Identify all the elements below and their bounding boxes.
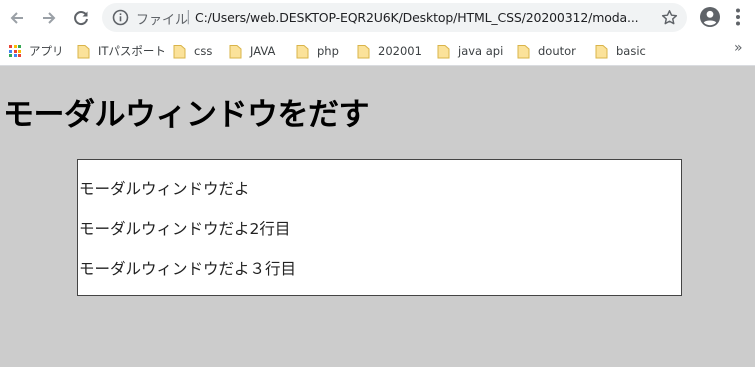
bookmark-folder-java[interactable]: JAVA xyxy=(229,41,275,61)
apps-grid-icon xyxy=(9,45,21,57)
reload-icon xyxy=(74,11,88,26)
folder-icon xyxy=(77,44,90,58)
bookmark-folder-css[interactable]: css xyxy=(173,41,212,61)
info-icon xyxy=(112,9,129,26)
bookmark-label: 202001 xyxy=(378,44,422,58)
folder-icon xyxy=(595,44,608,58)
folder-icon xyxy=(173,44,186,58)
reload-button[interactable] xyxy=(69,6,93,30)
modal-line-3: モーダルウィンドウだよ３行目 xyxy=(79,260,297,278)
kebab-menu-icon[interactable] xyxy=(731,6,745,28)
bookmark-label: ITパスポート xyxy=(98,44,166,58)
bookmark-folder-it-passport[interactable]: ITパスポート xyxy=(77,41,166,61)
modal-line-1: モーダルウィンドウだよ xyxy=(79,180,250,198)
bookmark-label: JAVA xyxy=(250,44,276,58)
browser-toolbar: ファイル | C:/Users/web.DESKTOP-EQR2U6K/Desk… xyxy=(0,0,755,36)
page-title: モーダルウィンドウをだす xyxy=(3,97,370,133)
folder-icon xyxy=(517,44,530,58)
bookmarks-overflow-button[interactable]: » xyxy=(734,40,743,56)
folder-icon xyxy=(437,44,450,58)
bookmark-label: css xyxy=(194,44,213,58)
bookmark-label: php xyxy=(317,44,339,58)
bookmark-label: basic xyxy=(616,44,646,58)
page-content: モーダルウィンドウをだす モーダルウィンドウだよ モーダルウィンドウだよ2行目 … xyxy=(0,67,755,367)
arrow-left-icon xyxy=(10,12,23,24)
bookmark-label: doutor xyxy=(538,44,576,58)
forward-button[interactable] xyxy=(37,6,61,30)
bookmark-label: アプリ xyxy=(29,44,64,58)
modal-window: モーダルウィンドウだよ モーダルウィンドウだよ2行目 モーダルウィンドウだよ３行… xyxy=(77,159,682,296)
back-button[interactable] xyxy=(5,6,29,30)
url-text[interactable]: C:/Users/web.DESKTOP-EQR2U6K/Desktop/HTM… xyxy=(195,10,657,25)
bookmark-star-icon[interactable] xyxy=(660,8,679,27)
bookmark-folder-java-api[interactable]: java api xyxy=(437,41,503,61)
modal-line-2: モーダルウィンドウだよ2行目 xyxy=(79,220,291,238)
scheme-label: ファイル xyxy=(136,13,189,28)
bookmark-folder-202001[interactable]: 202001 xyxy=(357,41,422,61)
bookmark-folder-doutor[interactable]: doutor xyxy=(517,41,576,61)
profile-avatar-icon[interactable] xyxy=(699,6,721,28)
folder-icon xyxy=(229,44,242,58)
folder-icon xyxy=(296,44,309,58)
arrow-right-icon xyxy=(43,12,56,24)
scheme-separator: | xyxy=(186,9,191,25)
bookmarks-bar: アプリ ITパスポート css JAVA php 202001 java api… xyxy=(0,36,755,66)
bookmark-folder-basic[interactable]: basic xyxy=(595,41,646,61)
bookmark-apps[interactable]: アプリ xyxy=(9,41,64,61)
bookmark-label: java api xyxy=(458,44,504,58)
bookmark-folder-php[interactable]: php xyxy=(296,41,339,61)
address-bar[interactable]: ファイル | C:/Users/web.DESKTOP-EQR2U6K/Desk… xyxy=(102,3,687,32)
folder-icon xyxy=(357,44,370,58)
